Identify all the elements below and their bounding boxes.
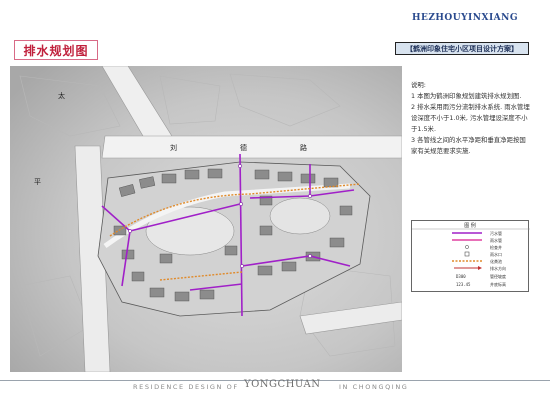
drawing-title-box: 排水规划图 xyxy=(14,40,98,60)
legend-symbols: 污水管 雨水管 检查井 雨水口 化粪池 排水方向 D300 管径坡度 123.4… xyxy=(412,228,530,287)
notes-line: 3 各管线之间的水平净距和垂直净距按国 xyxy=(411,136,526,144)
legend-swatch-inlet xyxy=(464,251,470,257)
legend-arrow-head xyxy=(478,266,482,270)
project-name: 【鹤洲印象住宅小区项目设计方案】 xyxy=(406,44,518,53)
footer-bar: RESIDENCE DESIGN OF YONGCHUAN IN CHONGQI… xyxy=(0,372,550,413)
legend-label: 检查井 xyxy=(490,244,502,250)
legend-sample: D300 xyxy=(456,274,466,279)
notes-line: 设深度不小于1.0米, 污水管埋设深度不小 xyxy=(411,114,528,122)
legend-label: 污水管 xyxy=(490,230,502,236)
legend-swatch-manhole xyxy=(465,245,469,249)
notes-line: 于1.5米. xyxy=(411,125,436,133)
footer-right-text: IN CHONGQING xyxy=(339,383,409,391)
legend-sample: 123.45 xyxy=(456,282,471,287)
notes-line: 1 本图为鹤洲印象规划建筑排水规划图. xyxy=(411,92,522,100)
legend-label: 雨水管 xyxy=(490,237,502,243)
legend-box: 图 例 污水管 雨水管 检查井 雨水口 化粪池 排水方向 D300 管径坡度 1… xyxy=(411,220,530,292)
legend-label: 排水方向 xyxy=(490,265,506,271)
site-plan-map: 太 平 刘 德 路 xyxy=(10,66,402,372)
east-garden xyxy=(269,197,331,235)
notes-line: 家有关规范要求实施. xyxy=(411,147,471,155)
design-notes: 说明: 1 本图为鹤洲印象规划建筑排水规划图. 2 排水采用雨污分流制排水系统.… xyxy=(411,80,531,157)
map-label-road-b: 平 xyxy=(34,178,41,186)
legend-label: 管径坡度 xyxy=(490,273,506,279)
map-label-road-c: 刘 xyxy=(170,143,177,152)
map-label-road-d: 德 xyxy=(240,143,247,152)
footer-left-text: RESIDENCE DESIGN OF xyxy=(133,383,239,391)
project-name-box: 【鹤洲印象住宅小区项目设计方案】 xyxy=(395,42,529,55)
notes-heading: 说明: xyxy=(411,81,426,89)
legend-label: 井底标高 xyxy=(490,281,506,287)
brand-title: HEZHOUYINXIANG xyxy=(412,13,519,23)
map-label-road-e: 路 xyxy=(300,143,307,152)
drawing-title: 排水规划图 xyxy=(23,43,89,58)
footer-brand: YONGCHUAN xyxy=(244,379,321,390)
map-label-road-a: 太 xyxy=(58,91,65,100)
legend-label: 雨水口 xyxy=(490,251,502,257)
legend-label: 化粪池 xyxy=(490,258,502,264)
road-main xyxy=(101,135,402,159)
notes-line: 2 排水采用雨污分流制排水系统. 雨水管埋 xyxy=(411,103,530,111)
